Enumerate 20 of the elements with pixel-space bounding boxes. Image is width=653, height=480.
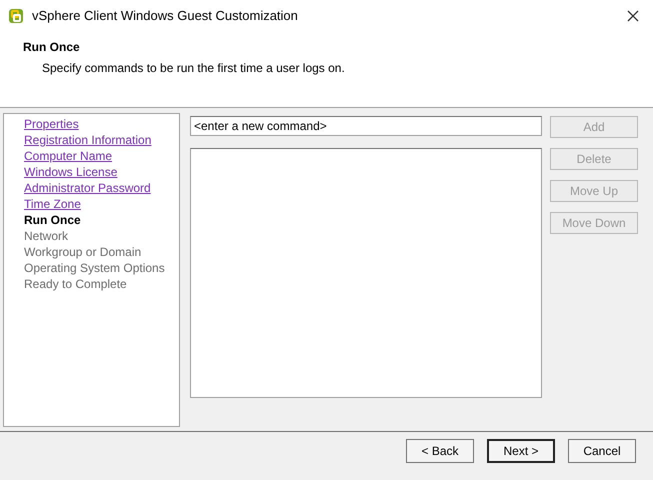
close-icon[interactable] — [625, 8, 641, 24]
step-item[interactable]: Administrator Password — [24, 180, 179, 196]
window-title: vSphere Client Windows Guest Customization — [32, 7, 298, 26]
app-logo-icon — [8, 8, 24, 24]
step-item: Operating System Options — [24, 260, 166, 276]
step-item: Run Once — [24, 212, 82, 228]
wizard-button[interactable]: Next > — [487, 439, 555, 463]
step-item: Network — [24, 228, 70, 244]
step-item[interactable]: Time Zone — [24, 196, 179, 212]
step-item: Workgroup or Domain — [24, 244, 142, 260]
step-item[interactable]: Registration Information — [24, 132, 179, 148]
step-item[interactable]: Computer Name — [24, 148, 179, 164]
step-item[interactable]: Windows License — [24, 164, 179, 180]
wizard-button[interactable]: Cancel — [568, 439, 636, 463]
command-field[interactable]: <enter a new command> — [190, 116, 542, 136]
wizard-button[interactable]: < Back — [406, 439, 474, 463]
page-description: Specify commands to be run the first time a user logs on. — [41, 60, 346, 77]
step-item: Ready to Complete — [24, 276, 128, 292]
page-title: Run Once — [23, 39, 81, 56]
step-item[interactable]: Properties — [24, 116, 179, 132]
